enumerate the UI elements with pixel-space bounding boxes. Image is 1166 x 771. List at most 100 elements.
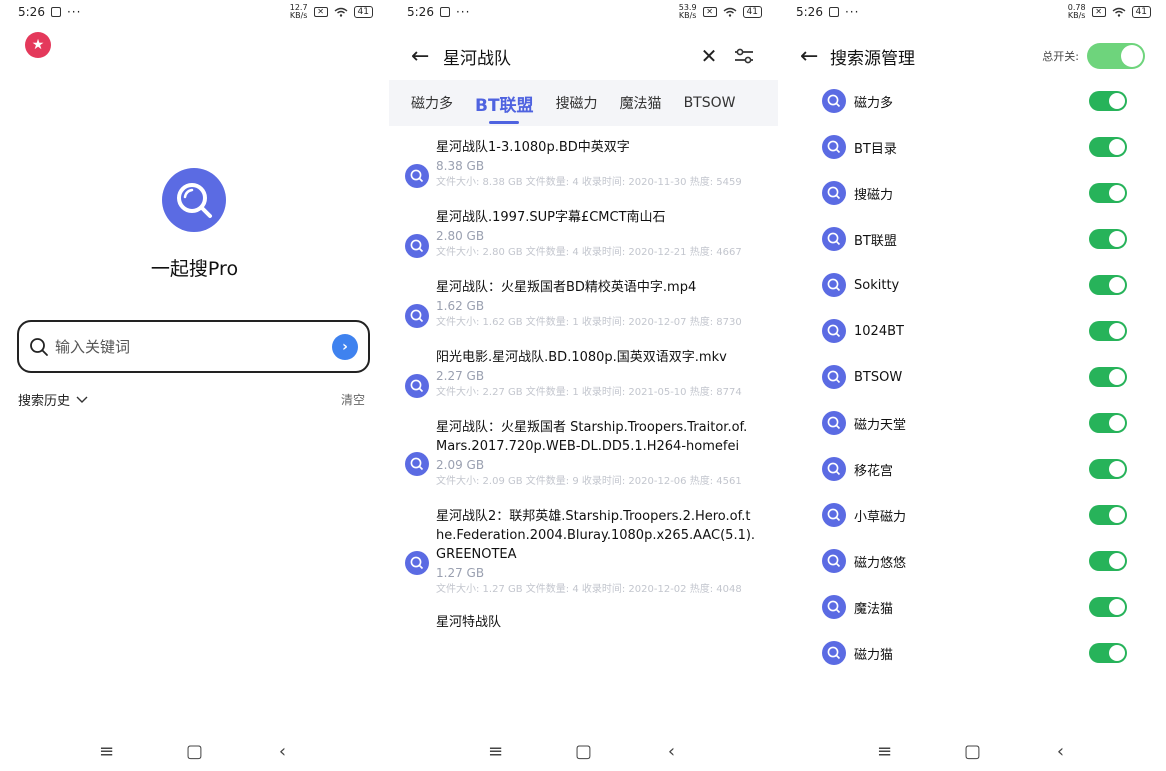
source-row: 1024BT xyxy=(778,308,1166,354)
source-toggle[interactable] xyxy=(1089,597,1127,617)
source-row: BT目录 xyxy=(778,124,1166,170)
back-arrow-icon[interactable]: ← xyxy=(800,44,830,69)
result-title: 星河特战队 xyxy=(436,615,502,630)
result-meta: 文件大小: 2.27 GB 文件数量: 1 收录时间: 2021-05-10 热… xyxy=(436,387,742,398)
tab-source[interactable]: 磁力多 xyxy=(411,93,453,113)
source-magnifier-icon xyxy=(822,181,846,205)
more-dots-icon: ··· xyxy=(455,5,471,19)
search-box[interactable]: › xyxy=(17,320,370,373)
result-title: 阳光电影.星河战队.BD.1080p.国英双语双字.mkv xyxy=(436,350,727,365)
clear-history-button[interactable]: 清空 xyxy=(341,391,365,408)
status-bar: 5:26 ··· 53.9 KB/s ✕ 41 xyxy=(389,0,778,24)
source-name: BTSOW xyxy=(854,369,903,385)
source-toggle[interactable] xyxy=(1089,551,1127,571)
source-toggle[interactable] xyxy=(1089,367,1127,387)
page-title: 搜索源管理 xyxy=(830,48,915,69)
source-magnifier-icon xyxy=(822,365,846,389)
app-logo xyxy=(162,168,226,232)
home-nav-icon[interactable]: ▢ xyxy=(964,741,982,762)
source-magnifier-icon xyxy=(822,89,846,113)
magnet-result-icon xyxy=(405,374,429,398)
back-nav-icon[interactable]: ‹ xyxy=(1052,741,1070,762)
source-toggle[interactable] xyxy=(1089,321,1127,341)
tab-source[interactable]: BTSOW xyxy=(684,95,736,111)
wifi-icon xyxy=(334,7,347,17)
source-toggle[interactable] xyxy=(1089,505,1127,525)
source-row: 魔法猫 xyxy=(778,584,1166,630)
home-nav-icon[interactable]: ▢ xyxy=(575,741,593,762)
source-magnifier-icon xyxy=(822,135,846,159)
app-title: 一起搜Pro xyxy=(150,258,239,280)
gallery-icon xyxy=(439,7,450,17)
result-size: 1.27 GB xyxy=(436,566,485,580)
master-switch-label: 总开关: xyxy=(1042,50,1079,63)
tab-source[interactable]: 魔法猫 xyxy=(620,93,662,113)
source-row: BT联盟 xyxy=(778,216,1166,262)
source-name: 磁力悠悠 xyxy=(854,555,907,571)
source-row: 磁力悠悠 xyxy=(778,538,1166,584)
sim-off-icon: ✕ xyxy=(1091,7,1106,17)
list-item[interactable]: 阳光电影.星河战队.BD.1080p.国英双语双字.mkv 2.27 GB 文件… xyxy=(389,348,778,401)
history-label: 搜索历史 xyxy=(18,394,71,409)
source-toggle[interactable] xyxy=(1089,275,1127,295)
source-name: Sokitty xyxy=(854,277,900,293)
list-item[interactable]: 星河战队.1997.SUP字幕£CMCT南山石 2.80 GB 文件大小: 2.… xyxy=(389,208,778,261)
source-toggle[interactable] xyxy=(1089,643,1127,663)
query-text[interactable]: 星河战队 xyxy=(443,44,686,69)
menu-nav-icon[interactable]: ≡ xyxy=(487,741,505,762)
menu-nav-icon[interactable]: ≡ xyxy=(876,741,894,762)
result-size: 8.38 GB xyxy=(436,159,485,173)
filter-sliders-icon[interactable] xyxy=(732,46,756,66)
list-item[interactable]: 星河战队1-3.1080p.BD中英双字 8.38 GB 文件大小: 8.38 … xyxy=(389,138,778,191)
sources-header: ← 搜索源管理 总开关: xyxy=(778,38,1166,74)
result-title: 星河战队：火星叛国者 Starship.Troopers.Traitor.of.… xyxy=(436,420,748,454)
gallery-icon xyxy=(828,7,839,17)
list-item[interactable]: 星河战队2：联邦英雄.Starship.Troopers.2.Hero.of.t… xyxy=(389,507,778,598)
search-go-button[interactable]: › xyxy=(332,333,358,360)
source-magnifier-icon xyxy=(822,227,846,251)
wifi-icon xyxy=(723,7,736,17)
source-toggle[interactable] xyxy=(1089,183,1127,203)
search-input[interactable] xyxy=(55,337,332,356)
source-name: 魔法猫 xyxy=(854,601,894,617)
back-arrow-icon[interactable]: ← xyxy=(411,44,443,69)
source-row: BTSOW xyxy=(778,354,1166,400)
system-nav-bar: ≡ ▢ ‹ xyxy=(778,731,1166,771)
source-name: BT联盟 xyxy=(854,233,897,249)
tab-source-active[interactable]: BT联盟 xyxy=(475,91,534,124)
close-icon[interactable]: ✕ xyxy=(686,44,732,68)
gallery-icon xyxy=(50,7,61,17)
source-row: 移花宫 xyxy=(778,446,1166,492)
source-row: 磁力多 xyxy=(778,78,1166,124)
source-toggle[interactable] xyxy=(1089,459,1127,479)
list-item[interactable]: 星河战队：火星叛国者 Starship.Troopers.Traitor.of.… xyxy=(389,418,778,490)
source-toggle[interactable] xyxy=(1089,91,1127,111)
tab-source[interactable]: 搜磁力 xyxy=(556,93,598,113)
home-nav-icon[interactable]: ▢ xyxy=(186,741,204,762)
source-toggle[interactable] xyxy=(1089,137,1127,157)
source-name: 搜磁力 xyxy=(854,187,894,203)
source-toggle[interactable] xyxy=(1089,229,1127,249)
source-row: Sokitty xyxy=(778,262,1166,308)
result-meta: 文件大小: 2.09 GB 文件数量: 9 收录时间: 2020-12-06 热… xyxy=(436,476,742,487)
source-toggle[interactable] xyxy=(1089,413,1127,433)
chevron-down-icon xyxy=(76,396,88,403)
battery-icon: 41 xyxy=(742,6,762,18)
favorites-star-button[interactable]: ★ xyxy=(25,32,51,58)
sources-screen: 5:26 ··· 0.78 KB/s ✕ 41 ← 搜索源管理 总开关: 磁力多… xyxy=(778,0,1166,771)
source-name: BT目录 xyxy=(854,141,897,157)
list-item[interactable]: 星河战队：火星叛国者BD精校英语中字.mp4 1.62 GB 文件大小: 1.6… xyxy=(389,278,778,331)
master-toggle[interactable] xyxy=(1087,43,1145,69)
magnet-result-icon xyxy=(405,234,429,258)
list-item[interactable]: 星河特战队 xyxy=(389,613,778,632)
menu-nav-icon[interactable]: ≡ xyxy=(98,741,116,762)
back-nav-icon[interactable]: ‹ xyxy=(663,741,681,762)
search-history-toggle[interactable]: 搜索历史 xyxy=(18,390,88,409)
result-meta: 文件大小: 1.62 GB 文件数量: 1 收录时间: 2020-12-07 热… xyxy=(436,317,742,328)
back-nav-icon[interactable]: ‹ xyxy=(274,741,292,762)
results-header: ← 星河战队 ✕ xyxy=(389,36,778,76)
source-magnifier-icon xyxy=(822,549,846,573)
more-dots-icon: ··· xyxy=(844,5,860,19)
network-speed: 53.9 KB/s xyxy=(678,3,697,20)
source-tabs: 磁力多 BT联盟 搜磁力 魔法猫 BTSOW xyxy=(389,80,778,126)
